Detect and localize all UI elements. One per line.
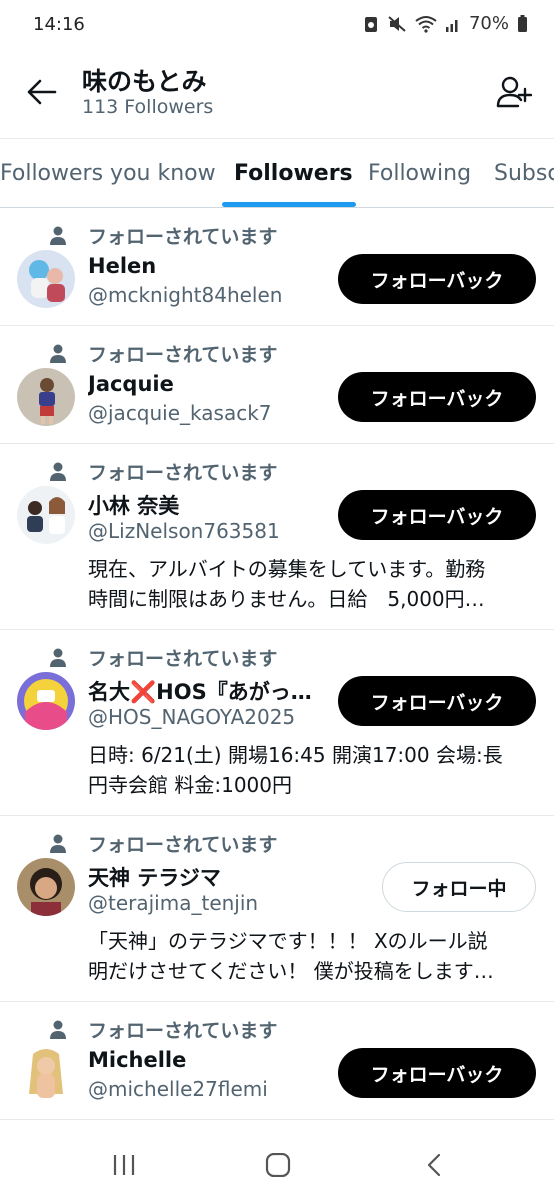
bio-line: 日時: 6/21(土) 開場16:45 開演17:00 会場:長 [88,743,503,767]
tab-following[interactable]: Following [368,139,471,207]
user-row[interactable]: フォローされています Jacquie @jacquie_kasack7 フォロー… [0,326,554,444]
user-bio: 日時: 6/21(土) 開場16:45 開演17:00 会場:長 円寺会館 料金… [88,740,536,800]
follow-back-button[interactable]: フォローバック [338,676,536,726]
follow-context-text: フォローされています [88,226,278,248]
profile-name: 味のもとみ [82,67,207,96]
follow-context: フォローされています [47,830,277,857]
recents-icon [113,1155,135,1175]
person-icon [47,647,69,669]
person-icon [47,833,69,855]
add-user-button[interactable] [492,70,536,114]
bio-line: 円寺会館 料金:1000円 [88,773,292,797]
avatar[interactable] [17,1044,75,1102]
avatar[interactable] [17,486,75,544]
user-handle: @terajima_tenjin [88,891,259,915]
bio-line: 時間に制限はありません。日給 5,000円… [88,587,485,611]
followers-count: 113 Followers [82,96,214,118]
tab-subscriptions[interactable]: Subsc [494,139,554,207]
bio-line: 現在、アルバイトの募集をしています。勤務 [88,557,486,581]
system-nav-bar [0,1128,554,1200]
back-arrow-icon [27,79,57,105]
user-row[interactable]: フォローされています Michelle @michelle27flemi フォロ… [0,1002,554,1120]
user-name[interactable]: Michelle [88,1048,186,1072]
user-name[interactable]: Helen [88,254,156,278]
follow-back-button[interactable]: フォローバック [338,254,536,304]
back-button[interactable] [22,72,62,112]
battery-percent: 70% [468,13,509,34]
system-back-button[interactable] [414,1150,454,1180]
follow-back-button[interactable]: フォローバック [338,372,536,422]
home-button[interactable] [258,1150,298,1180]
user-row[interactable]: フォローされています 天神 テラジマ @terajima_tenjin フォロー… [0,816,554,1002]
person-icon [47,225,69,247]
avatar[interactable] [17,368,75,426]
wifi-icon [415,15,437,33]
follow-context: フォローされています [47,1016,277,1043]
status-icons: 70% [363,13,528,34]
mute-icon [388,15,406,32]
signal-icon [445,19,458,32]
profile-header: 味のもとみ 113 Followers [0,52,554,138]
user-handle: @michelle27flemi [88,1077,268,1101]
follow-context-text: フォローされています [88,344,278,366]
user-row[interactable]: フォローされています Helen @mcknight84helen フォローバッ… [0,208,554,326]
follow-context: フォローされています [47,458,277,485]
follow-context-text: フォローされています [88,648,278,670]
follow-context: フォローされています [47,222,277,249]
tab-followers[interactable]: Followers [234,139,353,207]
follow-context-text: フォローされています [88,1020,278,1042]
recycle-icon [364,16,377,32]
user-bio: 「天神」のテラジマです！！！ Xのルール説 明だけさせてください！ 僕が投稿をし… [88,926,536,986]
follow-back-button[interactable]: フォローバック [338,1048,536,1098]
user-handle: @mcknight84helen [88,283,283,307]
follow-context-text: フォローされています [88,834,278,856]
bio-line: 「天神」のテラジマです！！！ Xのルール説 [88,929,488,953]
battery-icon [518,14,527,32]
person-icon [47,343,69,365]
followers-list: フォローされています Helen @mcknight84helen フォローバッ… [0,208,554,1120]
user-handle: @HOS_NAGOYA2025 [88,705,296,729]
user-bio: 現在、アルバイトの募集をしています。勤務 時間に制限はありません。日給 5,00… [88,554,536,614]
person-icon [47,461,69,483]
add-user-icon [496,76,532,108]
status-time: 14:16 [33,14,85,35]
follow-context: フォローされています [47,340,277,367]
follow-context: フォローされています [47,644,277,671]
user-name[interactable]: 天神 テラジマ [88,862,221,892]
user-name[interactable]: 名大❌HOS『あがっ… [88,676,312,706]
home-icon [265,1153,291,1177]
follow-back-button[interactable]: フォローバック [338,490,536,540]
active-tab-indicator [222,202,356,207]
tab-bar: Followers you know Followers Following S… [0,138,554,208]
user-name[interactable]: Jacquie [88,372,174,396]
avatar[interactable] [17,250,75,308]
user-handle: @LizNelson763581 [88,519,280,543]
tab-followers-you-know[interactable]: Followers you know [0,139,216,207]
bio-line: 明だけさせてください！ 僕が投稿をします… [88,959,494,983]
user-row[interactable]: フォローされています 小林 奈美 @LizNelson763581 フォローバッ… [0,444,554,630]
following-button[interactable]: フォロー中 [382,862,536,912]
follow-context-text: フォローされています [88,462,278,484]
avatar[interactable] [17,672,75,730]
back-icon [427,1153,441,1177]
person-icon [47,1019,69,1041]
user-handle: @jacquie_kasack7 [88,401,272,425]
avatar[interactable] [17,858,75,916]
user-name[interactable]: 小林 奈美 [88,490,179,520]
user-row[interactable]: フォローされています 名大❌HOS『あがっ… @HOS_NAGOYA2025 フ… [0,630,554,816]
status-bar: 14:16 70% [0,0,554,52]
recents-button[interactable] [104,1150,144,1180]
